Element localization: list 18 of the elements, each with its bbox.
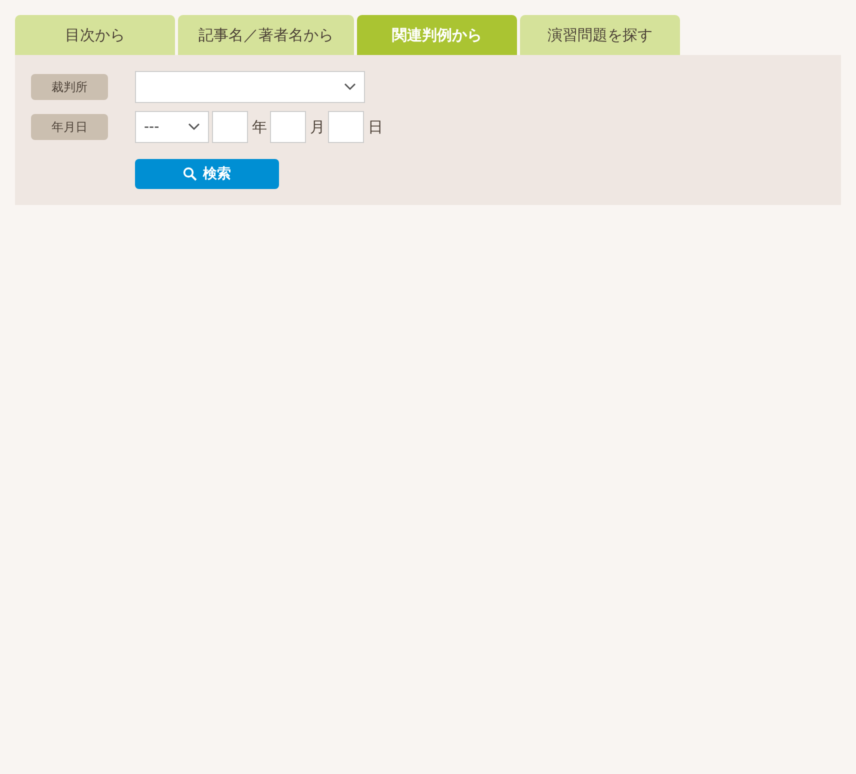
chevron-down-icon bbox=[344, 83, 356, 91]
tab[interactable]: 目次から bbox=[15, 15, 175, 55]
search-button[interactable]: 検索 bbox=[135, 159, 279, 189]
input-field[interactable] bbox=[212, 111, 248, 143]
tab[interactable]: 記事名／著者名から bbox=[178, 15, 354, 55]
unit-label: 月 bbox=[310, 116, 325, 138]
input-field[interactable] bbox=[328, 111, 364, 143]
court-select[interactable] bbox=[135, 71, 365, 103]
field-label: 年月日 bbox=[31, 114, 108, 140]
era-select[interactable]: --- bbox=[135, 111, 209, 143]
search-icon bbox=[183, 167, 197, 181]
field-label: 裁判所 bbox=[31, 74, 108, 100]
select-value: --- bbox=[144, 118, 160, 136]
input-field[interactable] bbox=[270, 111, 306, 143]
tab[interactable]: 演習問題を探す bbox=[520, 15, 680, 55]
unit-label: 年 bbox=[252, 116, 267, 138]
unit-label: 日 bbox=[368, 116, 383, 138]
chevron-down-icon bbox=[188, 123, 200, 131]
